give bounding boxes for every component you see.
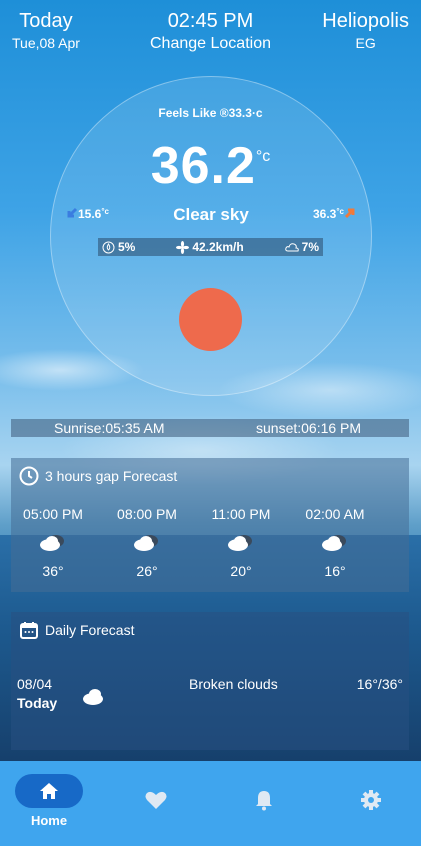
temperature-value: 36.2 [150, 137, 256, 195]
hour-temp: 20° [230, 563, 252, 579]
country-label: EG [355, 35, 376, 51]
fan-icon [176, 240, 190, 254]
sunrise-label: Sunrise:05:35 AM [54, 420, 165, 436]
hour-item: 11:00 PM 20° [201, 506, 281, 579]
hourly-forecast-header: 3 hours gap Forecast [19, 466, 177, 486]
sun-icon [179, 288, 242, 351]
min-max-row: 15.6°c Clear sky 36.3°c [66, 205, 356, 229]
humidity-icon [102, 241, 115, 253]
hour-temp: 36° [42, 563, 64, 579]
max-temp: 36.3°c [313, 207, 356, 221]
day-name: Today [17, 695, 58, 711]
city-label: Heliopolis [322, 10, 409, 32]
cloud-icon [134, 535, 158, 551]
day-date: 08/04 [17, 676, 53, 692]
arrow-up-icon [344, 208, 355, 219]
temperature-unit: °c [255, 148, 271, 165]
hour-temp: 26° [136, 563, 158, 579]
sun-times-bar: Sunrise:05:35 AM sunset:06:16 PM [11, 419, 409, 437]
cloud-outline-icon [284, 243, 299, 252]
weather-stats-bar: 5% 42.2km/h 7% [98, 238, 323, 256]
calendar-icon [20, 622, 38, 639]
cloud-icon [228, 535, 252, 551]
wind-value: 42.2km/h [192, 240, 244, 254]
nav-home-button[interactable] [15, 774, 83, 808]
bottom-navigation: Home [0, 761, 421, 846]
top-bar: Today Tue,08 Apr 02:45 PM Change Locatio… [0, 10, 421, 60]
humidity-stat: 5% [102, 240, 135, 254]
hour-temp: 16° [324, 563, 346, 579]
hourly-forecast-title: 3 hours gap Forecast [45, 468, 178, 484]
clock-icon [19, 466, 39, 486]
bell-icon[interactable] [252, 788, 276, 812]
max-temp-unit: °c [336, 207, 344, 216]
daily-forecast-title: Daily Forecast [45, 622, 135, 638]
daily-forecast-header: Daily Forecast [19, 620, 134, 640]
clouds-stat: 7% [284, 240, 319, 254]
hourly-list: 05:00 PM 36° 08:00 PM 26° 11:00 PM 20° 0… [11, 506, 409, 586]
hour-time: 02:00 AM [305, 506, 365, 522]
hour-item: 08:00 PM 26° [107, 506, 187, 579]
hourly-forecast-panel: 3 hours gap Forecast 05:00 PM 36° 08:00 … [11, 458, 409, 592]
heart-icon[interactable] [144, 788, 168, 812]
daily-forecast-panel: Daily Forecast 08/04 Today Broken clouds… [11, 612, 409, 750]
daily-forecast-row[interactable]: 08/04 Today Broken clouds 16°/36° [11, 674, 409, 714]
gear-icon[interactable] [359, 788, 383, 812]
hour-time: 08:00 PM [117, 506, 177, 522]
home-icon [40, 783, 58, 799]
nav-home-label: Home [30, 813, 68, 828]
location-block: Heliopolis EG [322, 10, 409, 51]
hour-time: 05:00 PM [23, 506, 83, 522]
max-temp-value: 36.3 [312, 207, 337, 221]
sunset-label: sunset:06:16 PM [256, 420, 362, 436]
day-temp-range: 16°/36° [356, 676, 403, 692]
cloud-icon [322, 535, 346, 551]
wind-stat: 42.2km/h [176, 240, 244, 254]
cloud-icon [40, 535, 64, 551]
clouds-value: 7% [301, 240, 319, 254]
temperature-display: 36.2°c [0, 136, 421, 196]
day-description: Broken clouds [189, 676, 278, 692]
feels-like-label: Feels Like ®33.3·c [158, 106, 263, 120]
hour-item: 02:00 AM 16° [295, 506, 375, 579]
cloud-icon [83, 689, 103, 705]
humidity-value: 5% [118, 240, 136, 254]
hour-item: 05:00 PM 36° [13, 506, 93, 579]
hour-time: 11:00 PM [211, 506, 271, 522]
